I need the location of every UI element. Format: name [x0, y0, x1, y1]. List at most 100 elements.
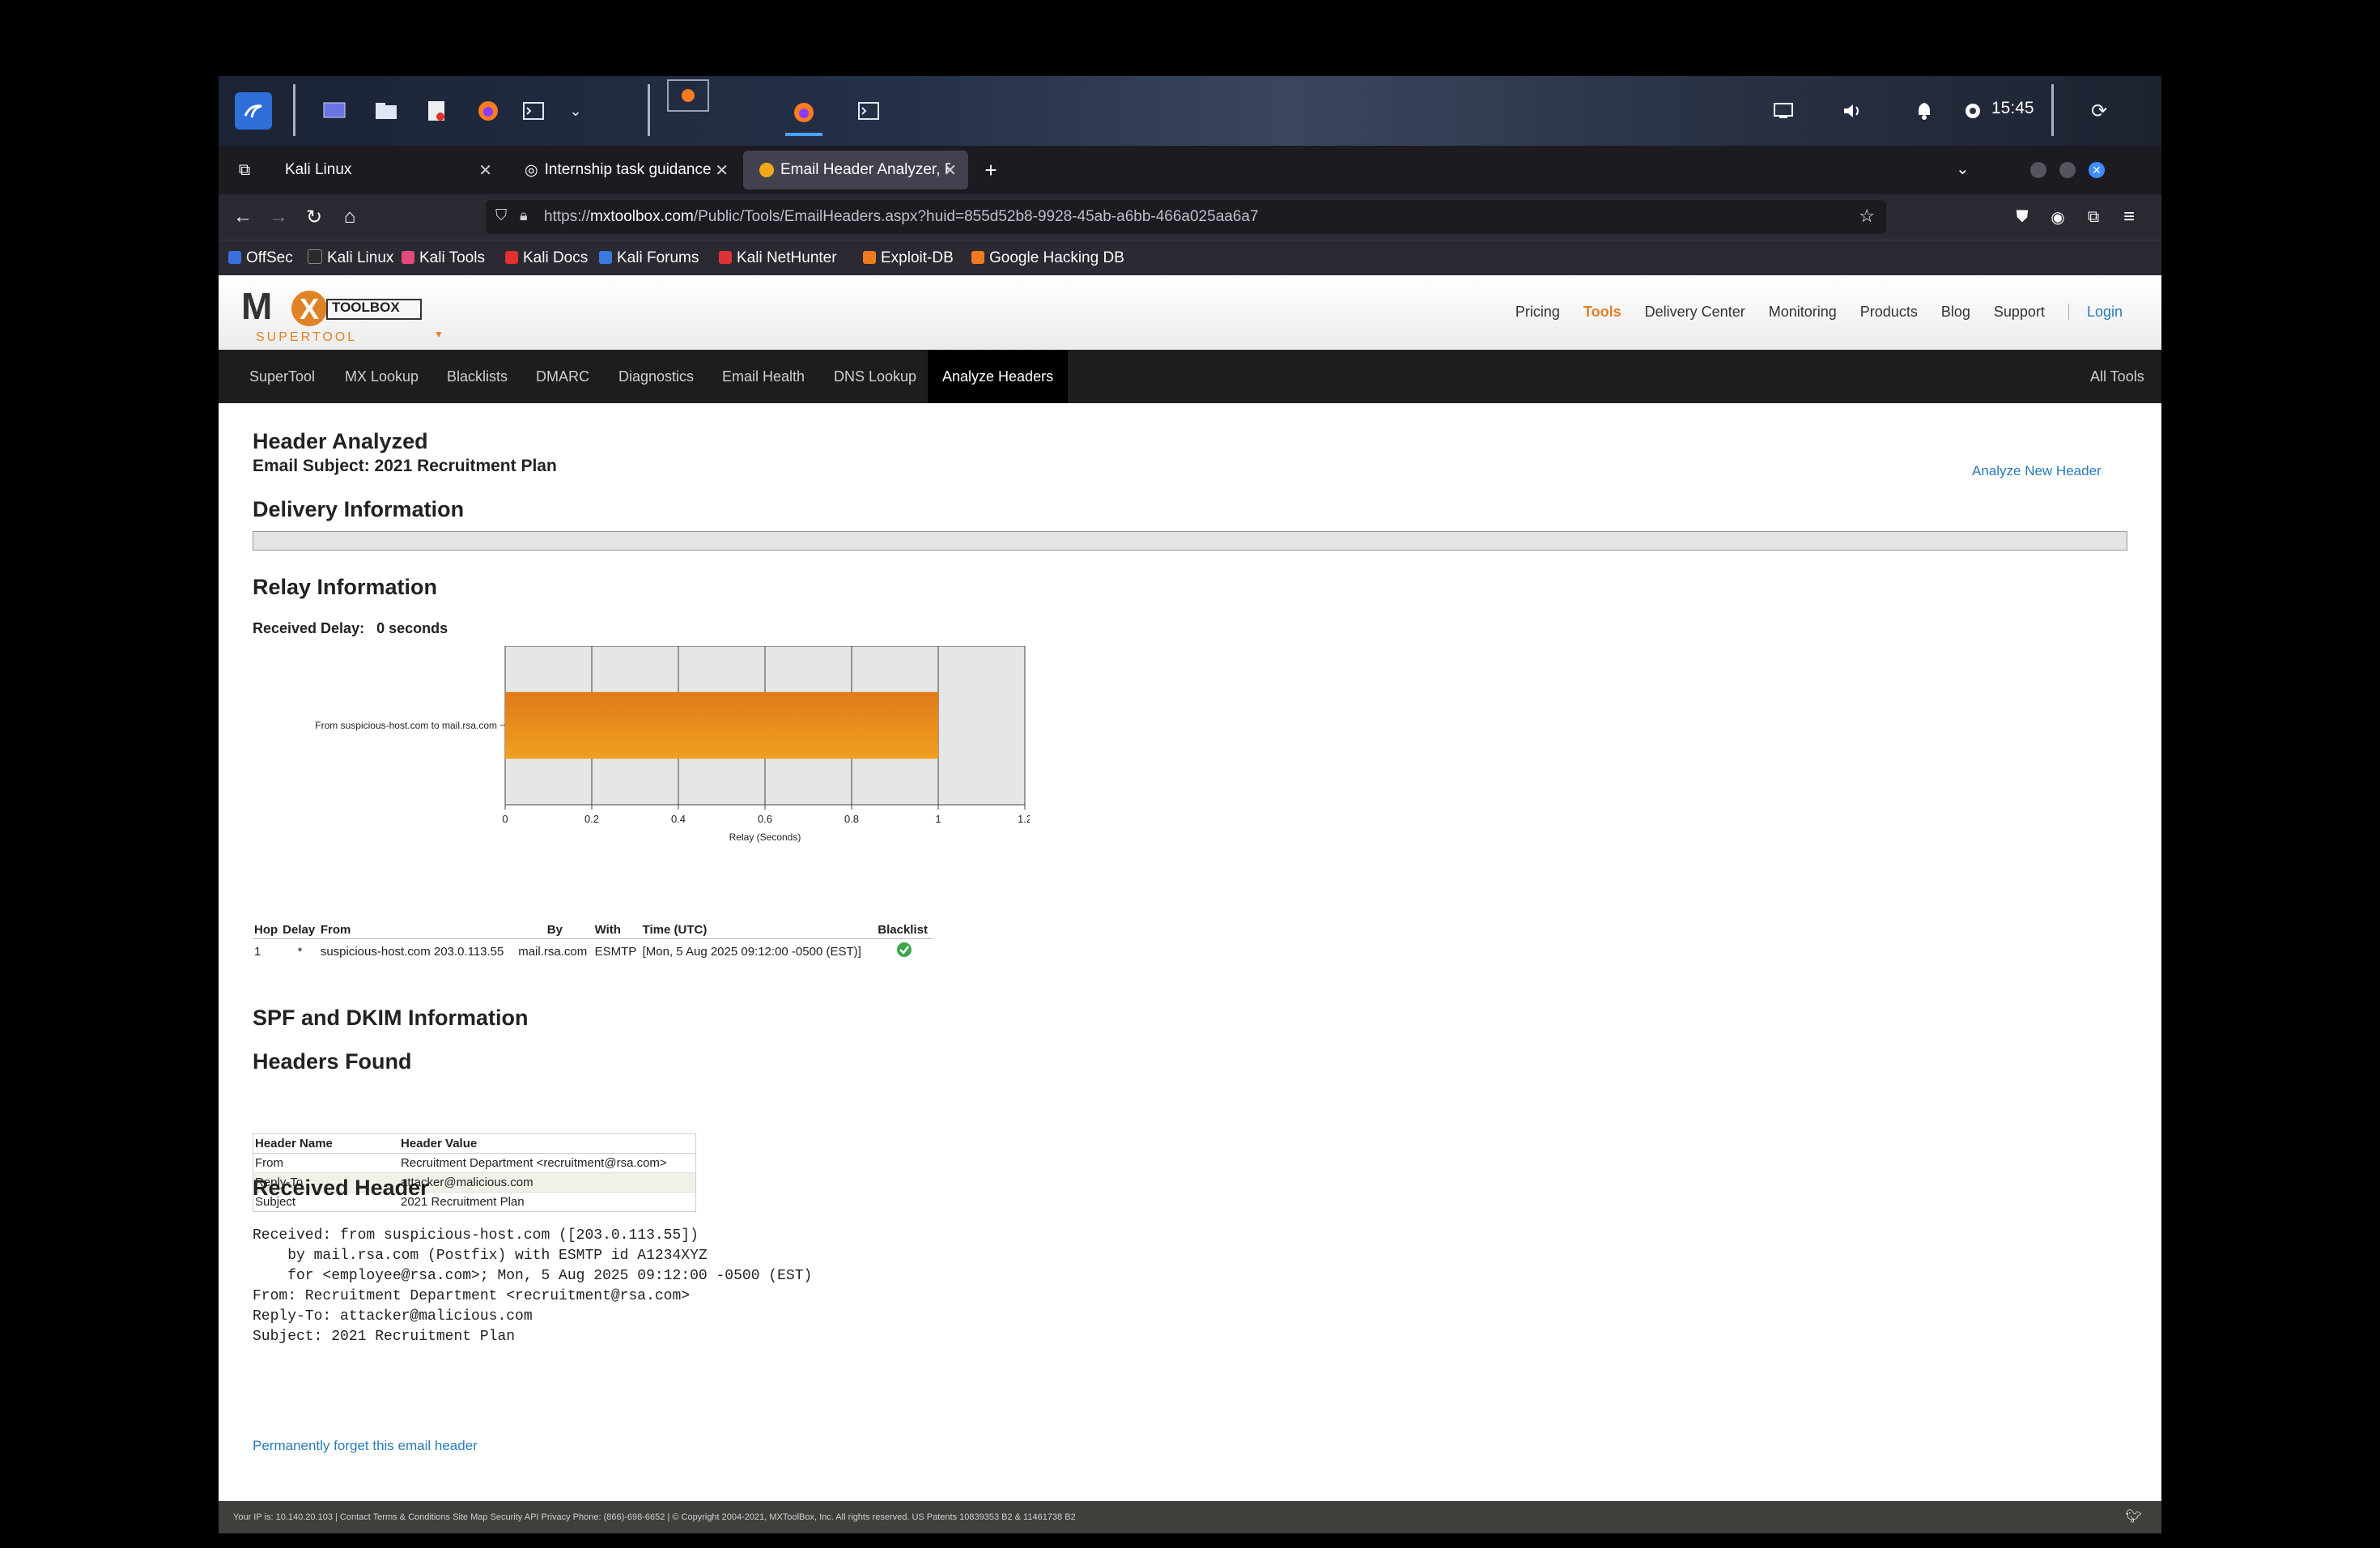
- extensions-icon[interactable]: ⧉: [2079, 202, 2108, 232]
- bookmark-kali-linux[interactable]: Kali Linux: [308, 249, 393, 267]
- all-tools-link[interactable]: All Tools: [2090, 350, 2144, 403]
- close-icon[interactable]: ✕: [943, 160, 957, 181]
- maximize-icon[interactable]: [2059, 162, 2076, 178]
- globe-icon: ◎: [525, 161, 538, 179]
- bookmark-label: Kali NetHunter: [737, 249, 837, 266]
- menu-icon[interactable]: ≡: [2114, 202, 2144, 232]
- bookmark-kali-nethunter[interactable]: Kali NetHunter: [719, 249, 837, 267]
- x-tick-label: 0.8: [844, 813, 859, 825]
- taskbar-separator: [293, 84, 295, 136]
- tool-diagnostics[interactable]: Diagnostics: [618, 350, 694, 403]
- relay-information-heading: Relay Information: [253, 575, 438, 599]
- headers-table-header: Header Name Header Value: [253, 1133, 696, 1154]
- chevron-down-icon[interactable]: ⌄: [557, 92, 594, 130]
- relay-bar: [505, 691, 938, 759]
- nav-blog[interactable]: Blog: [1941, 304, 1970, 320]
- account-icon[interactable]: ◉: [2043, 202, 2072, 232]
- nav-tools[interactable]: Tools: [1583, 304, 1621, 320]
- cell-with: ESMTP: [593, 938, 641, 963]
- reload-icon[interactable]: ↻: [300, 202, 329, 232]
- tab-email-header-analyzer[interactable]: Email Header Analyzer, R ✕: [743, 151, 968, 189]
- close-icon[interactable]: ✕: [478, 160, 492, 181]
- terminal-icon[interactable]: [515, 92, 552, 130]
- logout-icon[interactable]: ⟳: [2080, 92, 2118, 130]
- login-link[interactable]: Login: [2068, 304, 2123, 320]
- forward-icon[interactable]: →: [264, 202, 293, 232]
- files-icon[interactable]: [368, 92, 405, 130]
- shield-icon[interactable]: ⛉: [495, 207, 507, 225]
- blacklist-ok-icon[interactable]: [896, 942, 912, 958]
- firefox-window-icon[interactable]: [667, 79, 709, 112]
- col-blacklist: Blacklist: [876, 921, 933, 939]
- tab-label: Email Header Analyzer, R: [780, 161, 950, 178]
- forget-header-link[interactable]: Permanently forget this email header: [253, 1438, 478, 1454]
- close-icon[interactable]: ✕: [715, 160, 729, 181]
- tool-dns-lookup[interactable]: DNS Lookup: [834, 350, 916, 403]
- tool-dmarc[interactable]: DMARC: [536, 350, 589, 403]
- relay-table-header: Hop Delay From By With Time (UTC) Blackl…: [253, 921, 933, 939]
- window-close-icon[interactable]: ✕: [2089, 162, 2105, 178]
- tab-list-icon[interactable]: ⧉: [230, 155, 259, 185]
- bookmark-kali-docs[interactable]: Kali Docs: [505, 249, 588, 267]
- desktop-icon[interactable]: [316, 92, 353, 130]
- bookmark-offsec[interactable]: OffSec: [228, 249, 293, 267]
- bookmark-kali-tools[interactable]: Kali Tools: [402, 249, 485, 267]
- terminal-window-icon[interactable]: [850, 92, 887, 130]
- firefox-active-icon[interactable]: [785, 92, 822, 136]
- back-icon[interactable]: ←: [228, 202, 257, 232]
- bell-icon[interactable]: [1906, 92, 1943, 130]
- kali-docs-icon: [505, 251, 518, 264]
- site-footer: Your IP is: 10.140.20.103 | Contact Term…: [219, 1501, 2161, 1533]
- browser-nav-bar: ← → ↻ ⌂ ⛉ 🔒︎ https://mxtoolbox.com/Publi…: [219, 194, 2161, 240]
- site-header: M X TOOLBOX SUPERTOOL ▼ Pricing Tools De…: [219, 275, 2161, 351]
- kali-menu-icon[interactable]: [235, 92, 272, 130]
- x-tick-label: 1.2: [1018, 813, 1030, 825]
- new-tab-icon[interactable]: +: [976, 155, 1005, 185]
- x-tick-label: 0.4: [671, 813, 686, 825]
- cell-delay: *: [281, 938, 319, 963]
- power-status-icon[interactable]: [1954, 92, 1991, 130]
- tab-kali-linux[interactable]: Kali Linux ✕: [269, 146, 504, 194]
- x-tick-label: 0.2: [584, 813, 599, 825]
- tool-email-health[interactable]: Email Health: [722, 350, 805, 403]
- minimize-icon[interactable]: [2030, 162, 2046, 178]
- nav-delivery-center[interactable]: Delivery Center: [1645, 304, 1745, 320]
- caret-down-icon[interactable]: ▼: [434, 329, 444, 340]
- bookmark-exploit-db[interactable]: Exploit-DB: [863, 249, 954, 267]
- clock[interactable]: 15:45: [1991, 99, 2034, 118]
- delivery-information-heading: Delivery Information: [253, 497, 465, 521]
- tool-analyze-headers[interactable]: Analyze Headers: [928, 350, 1069, 403]
- nav-products[interactable]: Products: [1860, 304, 1918, 320]
- home-icon[interactable]: ⌂: [335, 202, 364, 232]
- bookmark-label: Kali Linux: [327, 249, 394, 266]
- nav-pricing[interactable]: Pricing: [1515, 304, 1560, 320]
- cell-blacklist: [876, 938, 933, 963]
- tab-label: Internship task guidance: [544, 161, 712, 178]
- url-bar[interactable]: ⛉ 🔒︎ https://mxtoolbox.com/Public/Tools/…: [486, 200, 1886, 234]
- lock-icon[interactable]: 🔒︎: [520, 207, 528, 224]
- cell-header-value: Recruitment Department <recruitment@rsa.…: [399, 1153, 696, 1173]
- analyze-new-header-link[interactable]: Analyze New Header: [1972, 463, 2102, 479]
- display-icon[interactable]: [1765, 92, 1802, 130]
- tool-mx-lookup[interactable]: MX Lookup: [345, 350, 419, 403]
- bookmark-kali-forums[interactable]: Kali Forums: [599, 249, 699, 267]
- nav-monitoring[interactable]: Monitoring: [1769, 304, 1837, 320]
- mxtoolbox-logo[interactable]: M X TOOLBOX SUPERTOOL ▼: [238, 282, 444, 347]
- volume-icon[interactable]: [1834, 92, 1872, 130]
- firefox-icon[interactable]: [470, 92, 507, 130]
- text-editor-icon[interactable]: [418, 92, 455, 130]
- nav-support[interactable]: Support: [1994, 304, 2045, 320]
- tool-supertool[interactable]: SuperTool: [249, 350, 315, 403]
- list-all-tabs-icon[interactable]: ⌄: [1956, 159, 1970, 179]
- pocket-icon[interactable]: ⛊: [2008, 202, 2037, 232]
- footer-text: Your IP is: 10.140.20.103 | Contact Term…: [233, 1512, 1076, 1522]
- cell-header-value: 2021 Recruitment Plan: [399, 1192, 696, 1212]
- exploit-db-icon: [863, 251, 876, 264]
- tool-blacklists[interactable]: Blacklists: [447, 350, 508, 403]
- tab-internship-task-guidance[interactable]: ◎ Internship task guidance ✕: [508, 146, 740, 194]
- bookmark-google-hacking-db[interactable]: Google Hacking DB: [971, 249, 1124, 267]
- bookmark-label: Kali Forums: [617, 249, 699, 266]
- nethunter-icon: [719, 251, 732, 264]
- bookmark-star-icon[interactable]: ☆: [1859, 206, 1875, 227]
- twitter-icon[interactable]: 🐦︎: [2126, 1501, 2142, 1533]
